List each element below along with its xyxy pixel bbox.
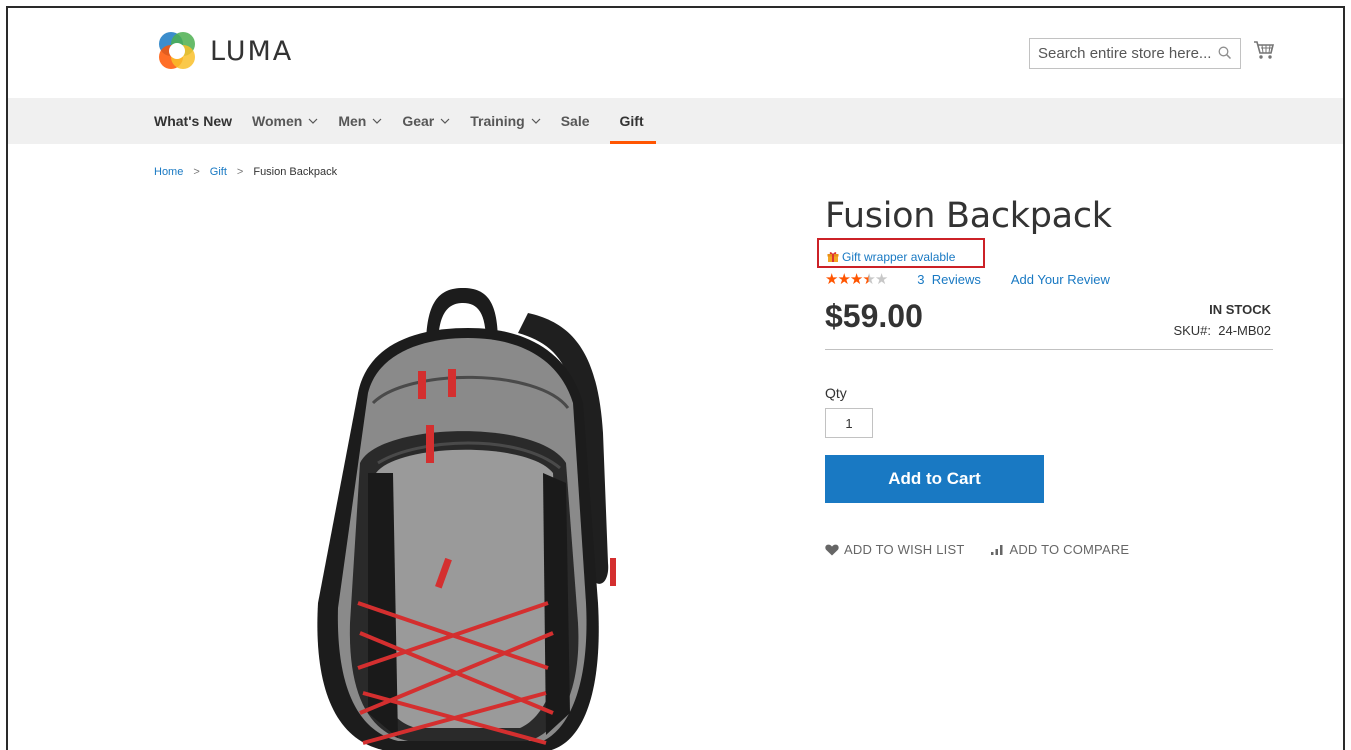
site-header: LUMA xyxy=(8,8,1343,98)
compare-icon xyxy=(991,544,1003,555)
add-review-link[interactable]: Add Your Review xyxy=(1011,272,1110,287)
nav-item-label: Gear xyxy=(402,113,435,129)
star-icon: ★ xyxy=(837,271,850,288)
chevron-down-icon xyxy=(308,118,318,124)
qty-input[interactable] xyxy=(825,408,873,438)
divider xyxy=(825,349,1273,350)
compare-label: ADD TO COMPARE xyxy=(1009,542,1130,557)
luma-logo-icon xyxy=(159,32,195,69)
product-title: Fusion Backpack xyxy=(825,196,1112,236)
cart-icon[interactable] xyxy=(1253,40,1275,60)
rating-stars: ★★★★★ xyxy=(825,270,888,288)
nav-item-training[interactable]: Training xyxy=(470,98,541,144)
search-input[interactable] xyxy=(1038,45,1216,62)
nav-item-label: Sale xyxy=(560,113,590,129)
page-frame: LUMA What's New Women xyxy=(6,6,1345,750)
star-half-icon: ★ xyxy=(862,271,875,288)
nav-item-label: Gift xyxy=(619,113,644,129)
reviews-link[interactable]: 3 Reviews xyxy=(917,272,981,287)
product-actions: ADD TO WISH LIST ADD TO COMPARE xyxy=(825,542,1155,557)
star-empty-icon: ★ xyxy=(874,271,888,288)
chevron-down-icon xyxy=(440,118,450,124)
breadcrumb-current: Fusion Backpack xyxy=(253,166,338,178)
nav-item-label: Men xyxy=(338,113,367,129)
add-to-cart-button[interactable]: Add to Cart xyxy=(825,455,1044,503)
breadcrumb-separator: > xyxy=(236,166,244,178)
nav-item-sale[interactable]: Sale xyxy=(561,98,590,144)
qty-label: Qty xyxy=(825,385,847,401)
search-icon[interactable] xyxy=(1218,46,1232,60)
breadcrumb: Home > Gift > Fusion Backpack xyxy=(154,166,337,178)
nav-item-gear[interactable]: Gear xyxy=(402,98,450,144)
star-icon: ★ xyxy=(825,271,838,288)
add-to-wishlist-link[interactable]: ADD TO WISH LIST xyxy=(825,542,964,557)
nav-item-label: Training xyxy=(470,113,525,129)
chevron-down-icon xyxy=(531,118,541,124)
stock-status: IN STOCK xyxy=(1209,302,1271,317)
gift-icon xyxy=(827,252,839,262)
main-nav: What's New Women Men Gear Training Sale xyxy=(8,98,1343,144)
breadcrumb-separator: > xyxy=(193,166,200,178)
nav-item-men[interactable]: Men xyxy=(338,98,382,144)
chevron-down-icon xyxy=(372,118,382,124)
breadcrumb-gift-link[interactable]: Gift xyxy=(210,166,227,178)
sku-label: SKU#: xyxy=(1173,323,1212,338)
nav-item-label: Women xyxy=(252,113,303,129)
product-image[interactable] xyxy=(298,273,648,750)
nav-item-gift[interactable]: Gift xyxy=(609,98,656,144)
gift-wrapper-link[interactable]: Gift wrapper avalable xyxy=(842,250,955,264)
product-price: $59.00 xyxy=(825,298,923,334)
heart-icon xyxy=(825,544,839,555)
gift-wrapper-highlight: Gift wrapper avalable xyxy=(817,238,985,268)
nav-item-whats-new[interactable]: What's New xyxy=(154,98,232,144)
nav-item-women[interactable]: Women xyxy=(252,98,318,144)
star-icon: ★ xyxy=(849,271,863,288)
sku-value: 24-MB02 xyxy=(1218,323,1271,338)
add-to-compare-link[interactable]: ADD TO COMPARE xyxy=(990,542,1129,557)
search-box[interactable] xyxy=(1029,38,1241,69)
product-sku: SKU#: 24-MB02 xyxy=(1173,323,1271,338)
breadcrumb-home-link[interactable]: Home xyxy=(154,166,183,178)
product-rating: ★★★★★ 3 Reviews Add Your Review xyxy=(825,270,1110,288)
wishlist-label: ADD TO WISH LIST xyxy=(844,542,965,557)
logo-text: LUMA xyxy=(210,35,294,67)
nav-item-label: What's New xyxy=(154,113,233,129)
logo[interactable]: LUMA xyxy=(154,28,293,74)
